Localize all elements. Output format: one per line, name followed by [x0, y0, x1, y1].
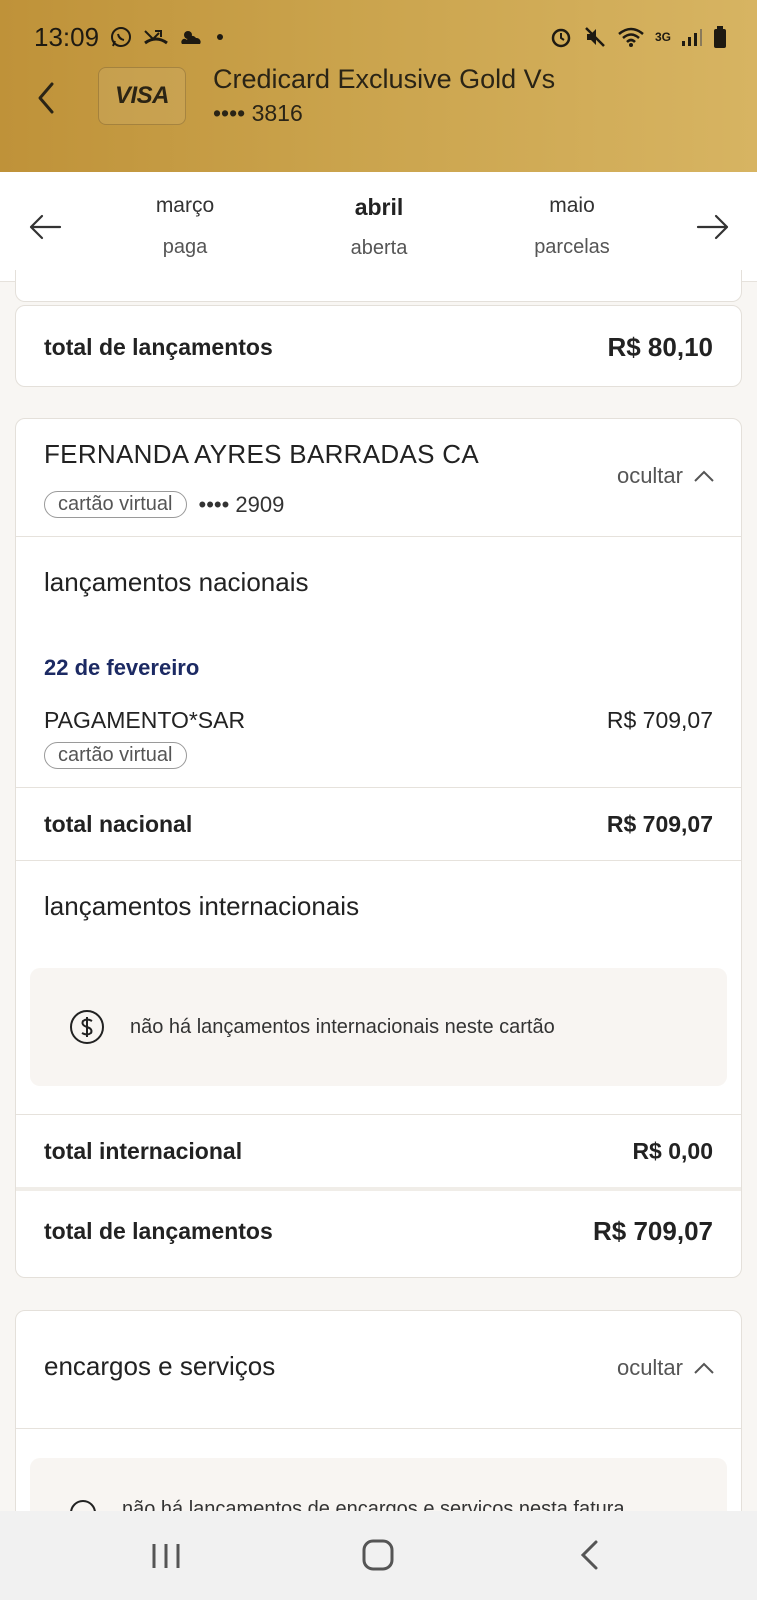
- national-total-row: total nacional R$ 709,07: [44, 810, 713, 837]
- alarm-icon: [551, 28, 571, 48]
- back-nav-icon[interactable]: [578, 1539, 602, 1571]
- cardholder-header: FERNANDA AYRES BARRADAS CA cartão virtua…: [16, 419, 741, 536]
- tab-marco[interactable]: março paga: [90, 194, 280, 259]
- previous-month-arrow-icon[interactable]: [28, 212, 62, 242]
- status-bar: 13:09 3G: [34, 22, 727, 52]
- cardholder-total-row: total de lançamentos R$ 709,07: [44, 1215, 713, 1246]
- cardholder-card: FERNANDA AYRES BARRADAS CA cartão virtua…: [15, 418, 742, 1278]
- international-empty-box: não há lançamentos internacionais neste …: [30, 968, 727, 1086]
- missed-call-icon: [144, 30, 168, 45]
- summary-total-row: total de lançamentos R$ 80,10: [44, 331, 713, 362]
- card-name: Credicard Exclusive Gold Vs: [213, 64, 556, 94]
- visa-logo: VISA: [98, 67, 186, 125]
- system-navigation-bar: [0, 1511, 757, 1600]
- charges-title: encargos e serviços: [44, 1351, 276, 1381]
- transaction-tag: cartão virtual: [44, 742, 187, 769]
- battery-icon: [714, 26, 726, 48]
- international-title: lançamentos internacionais: [44, 891, 360, 921]
- summary-card: total de lançamentos R$ 80,10: [15, 305, 742, 387]
- network-type: 3G: [654, 30, 671, 44]
- cardholder-card-number: •••• 2909: [198, 491, 285, 517]
- international-section: lançamentos internacionais não há lançam…: [16, 861, 741, 1114]
- recent-apps-icon[interactable]: [150, 1541, 182, 1571]
- charges-hide-toggle[interactable]: ocultar: [617, 1355, 715, 1381]
- month-tabs: março paga abril aberta maio parcelas: [0, 172, 757, 282]
- transaction-date: 22 de fevereiro: [44, 655, 200, 680]
- transaction-description: PAGAMENTO*SAR: [44, 707, 246, 733]
- transaction-amount: R$ 709,07: [606, 707, 713, 733]
- international-empty-message: não há lançamentos internacionais neste …: [130, 1015, 555, 1038]
- tab-maio[interactable]: maio parcelas: [477, 194, 667, 259]
- previous-card-fragment: [15, 270, 742, 302]
- dot-icon: [217, 34, 224, 40]
- app-header: 13:09 3G VISA Credicard Exclusive Gold V…: [0, 0, 757, 172]
- cardholder-name: FERNANDA AYRES BARRADAS CA: [44, 439, 479, 469]
- national-section: lançamentos nacionais 22 de fevereiro PA…: [16, 537, 741, 787]
- transaction-row[interactable]: PAGAMENTO*SAR R$ 709,07 cartão virtual: [44, 707, 713, 769]
- next-month-arrow-icon[interactable]: [696, 212, 730, 242]
- hide-toggle[interactable]: ocultar: [617, 463, 715, 489]
- home-icon[interactable]: [361, 1538, 395, 1572]
- dollar-circle-icon: [70, 1010, 104, 1044]
- mute-icon: [585, 27, 605, 47]
- wifi-icon: [618, 27, 644, 47]
- card-type-badge: cartão virtual: [44, 491, 187, 518]
- international-total-row: total internacional R$ 0,00: [44, 1137, 713, 1164]
- status-time: 13:09: [34, 21, 100, 52]
- signal-icon: [682, 29, 702, 46]
- chevron-up-icon: [694, 470, 714, 482]
- weather-icon: [181, 31, 201, 44]
- chevron-up-icon: [694, 1362, 714, 1374]
- tab-abril[interactable]: abril aberta: [284, 194, 474, 260]
- national-title: lançamentos nacionais: [44, 567, 309, 597]
- back-arrow-icon[interactable]: [32, 78, 62, 118]
- whatsapp-icon: [111, 27, 132, 47]
- card-number: •••• 3816: [213, 100, 303, 126]
